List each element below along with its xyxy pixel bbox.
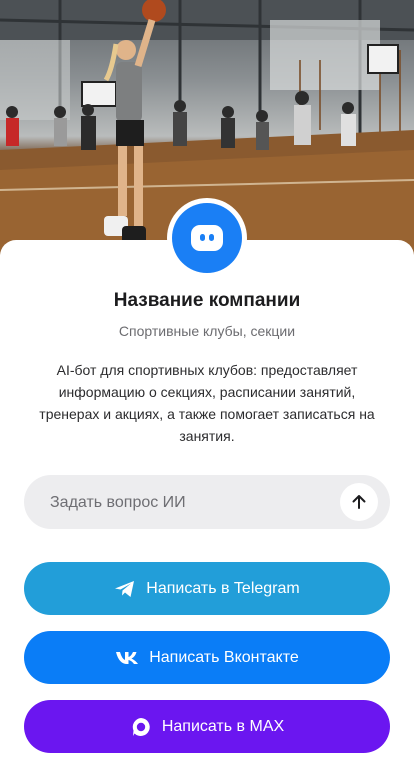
ask-ai-field xyxy=(24,475,390,531)
vk-icon xyxy=(115,651,139,665)
arrow-up-icon xyxy=(352,495,366,509)
vk-button[interactable]: Написать Вконтакте xyxy=(24,631,390,684)
chat-bot-icon xyxy=(191,225,223,251)
company-logo xyxy=(172,203,242,273)
company-description: AI-бот для спортивных клубов: предоставл… xyxy=(39,362,375,444)
max-button[interactable]: Написать в MAX xyxy=(24,700,390,753)
max-button-label: Написать в MAX xyxy=(161,717,285,735)
vk-button-label: Написать Вконтакте xyxy=(149,648,299,666)
telegram-icon xyxy=(114,579,136,599)
company-name: Название компании xyxy=(113,290,301,311)
company-category: Спортивные клубы, секции xyxy=(118,323,296,339)
telegram-button-label: Написать в Telegram xyxy=(146,579,300,597)
telegram-button[interactable]: Написать в Telegram xyxy=(24,562,390,615)
ask-ai-input[interactable] xyxy=(48,475,342,531)
max-icon xyxy=(130,716,152,738)
send-button[interactable] xyxy=(340,483,378,521)
